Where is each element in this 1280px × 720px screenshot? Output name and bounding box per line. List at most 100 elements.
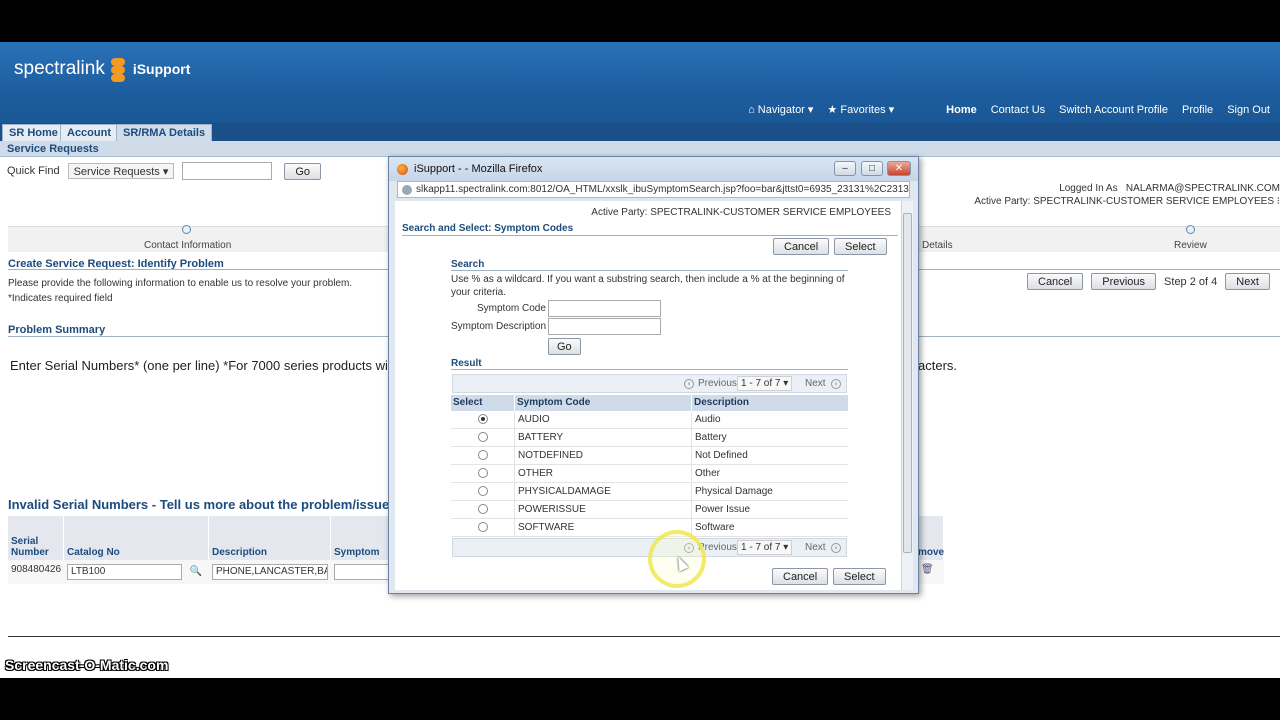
next-link-top[interactable]: Next — [805, 378, 826, 389]
next-button[interactable]: Next — [1225, 273, 1270, 290]
logged-in-label: Logged In As — [1059, 183, 1118, 194]
favorites-label: Favorites — [840, 104, 886, 116]
table-row[interactable]: BATTERY Battery — [451, 429, 848, 447]
search-hint: Use % as a wildcard. If you want a subst… — [451, 274, 845, 298]
popup-url-bar[interactable]: slkapp11.spectralink.com:8012/OA_HTML/xx… — [397, 181, 910, 198]
spectralink-logo[interactable]: spectralink iSupport — [14, 56, 190, 82]
tab-sr-home[interactable]: SR Home — [2, 124, 65, 141]
column-header-description: Description — [209, 516, 331, 560]
quick-find-label: Quick Find — [7, 165, 60, 177]
range-select-bottom[interactable]: 1 - 7 of 7 ▾ — [737, 540, 793, 555]
serial-number-cell: 908480426 — [8, 560, 64, 584]
select-radio[interactable] — [478, 504, 488, 514]
serial-instructions-left: Enter Serial Numbers* (one per line) *Fo… — [10, 358, 388, 373]
minimize-icon[interactable]: – — [834, 161, 856, 176]
symptom-code: OTHER — [518, 468, 553, 479]
table-row[interactable]: POWERISSUE Power Issue — [451, 501, 848, 519]
scrollbar-thumb[interactable] — [903, 213, 912, 553]
invalid-serials-heading: Invalid Serial Numbers - Tell us more ab… — [8, 497, 390, 512]
step-details-label: Details — [922, 240, 953, 251]
previous-button[interactable]: Previous — [1091, 273, 1157, 290]
browser-page: spectralink iSupport ⌂ Navigator ▾ ★ Fav… — [0, 42, 1280, 678]
step-dot-contact — [182, 225, 191, 234]
select-radio[interactable] — [478, 432, 488, 442]
popup-cancel-button-top[interactable]: Cancel — [773, 238, 830, 255]
table-row[interactable]: SOFTWARE Software — [451, 519, 848, 537]
sign-out-link[interactable]: Sign Out — [1227, 104, 1270, 116]
search-icon[interactable]: 🔍 — [190, 566, 202, 577]
remove-cell: 🗑 — [918, 560, 944, 584]
symptom-search-popup: iSupport - - Mozilla Firefox – □ ✕ slkap… — [388, 156, 919, 594]
tab-account[interactable]: Account — [60, 124, 118, 141]
column-header-remove: move — [918, 516, 944, 560]
symptom-code: NOTDEFINED — [518, 450, 583, 461]
active-party: Active Party: SPECTRALINK-CUSTOMER SERVI… — [974, 196, 1275, 207]
select-radio[interactable] — [478, 486, 488, 496]
tab-sr-rma-details[interactable]: SR/RMA Details — [116, 124, 213, 141]
close-icon[interactable]: ✕ — [887, 161, 911, 176]
quick-find: Quick Find Service Requests ▾ Go — [7, 162, 322, 180]
wizard-buttons: Cancel Previous Step 2 of 4 Next — [1027, 273, 1270, 290]
maximize-icon[interactable]: □ — [861, 161, 883, 176]
symptom-code-input[interactable] — [548, 300, 661, 317]
catalog-input[interactable]: LTB100 — [67, 564, 182, 580]
step-dot-review — [1186, 225, 1195, 234]
select-radio[interactable] — [478, 414, 488, 424]
search-heading: Search — [451, 259, 485, 270]
switch-account-profile-link[interactable]: Switch Account Profile — [1059, 104, 1168, 116]
quick-find-input[interactable] — [182, 162, 273, 180]
previous-link-top[interactable]: Previous — [698, 378, 737, 389]
next-arrow-icon[interactable]: › — [831, 543, 841, 553]
popup-content: Active Party: SPECTRALINK-CUSTOMER SERVI… — [395, 201, 905, 590]
problem-summary-heading: Problem Summary — [8, 324, 106, 336]
popup-select-button-bottom[interactable]: Select — [833, 568, 886, 585]
popup-select-button-top[interactable]: Select — [834, 238, 887, 255]
cell-divider — [514, 501, 515, 519]
symptom-description-input[interactable] — [548, 318, 661, 335]
cell-divider — [514, 483, 515, 501]
cell-divider — [514, 447, 515, 465]
quick-find-select[interactable]: Service Requests ▾ — [67, 163, 175, 179]
home-link[interactable]: Home — [946, 104, 977, 116]
popup-titlebar[interactable]: iSupport - - Mozilla Firefox – □ ✕ — [389, 157, 918, 181]
table-row[interactable]: PHYSICALDAMAGE Physical Damage — [451, 483, 848, 501]
description-input[interactable]: PHONE,LANCASTER,BAS — [212, 564, 328, 580]
symptom-code: AUDIO — [518, 414, 550, 425]
table-row[interactable]: OTHER Other — [451, 465, 848, 483]
popup-heading: Search and Select: Symptom Codes — [402, 223, 574, 234]
quick-find-go-button[interactable]: Go — [284, 162, 322, 180]
popup-cancel-button-bottom[interactable]: Cancel — [772, 568, 829, 585]
select-radio[interactable] — [478, 522, 488, 532]
next-arrow-icon[interactable]: › — [831, 379, 841, 389]
cell-divider — [514, 429, 515, 447]
spectralink-mark-icon — [109, 56, 127, 82]
symptom-code-label: Symptom Code — [477, 303, 546, 314]
step-review-label: Review — [1174, 240, 1207, 251]
popup-url: slkapp11.spectralink.com:8012/OA_HTML/xx… — [416, 184, 910, 195]
symptom-input[interactable] — [334, 564, 390, 580]
range-select-top[interactable]: 1 - 7 of 7 ▾ — [737, 376, 793, 391]
favorites-menu[interactable]: ★ Favorites ▾ — [827, 103, 894, 116]
serial-instructions-right: acters. — [918, 358, 958, 373]
subtab-service-requests[interactable]: Service Requests — [0, 141, 1280, 157]
previous-arrow-icon[interactable]: ‹ — [684, 379, 694, 389]
table-row[interactable]: NOTDEFINED Not Defined — [451, 447, 848, 465]
select-radio[interactable] — [478, 468, 488, 478]
select-radio[interactable] — [478, 450, 488, 460]
trash-icon[interactable]: 🗑 — [921, 564, 934, 575]
step-indicator: Step 2 of 4 — [1164, 275, 1218, 288]
next-link-bottom[interactable]: Next — [805, 542, 826, 553]
popup-scrollbar[interactable] — [901, 201, 913, 590]
symptom-cell — [331, 560, 391, 584]
contact-us-link[interactable]: Contact Us — [991, 104, 1045, 116]
symptom-description: Not Defined — [695, 450, 748, 461]
firefox-icon — [397, 163, 408, 175]
popup-window-title: iSupport - - Mozilla Firefox — [414, 163, 543, 175]
profile-link[interactable]: Profile — [1182, 104, 1213, 116]
column-header-select: Select — [451, 395, 514, 411]
table-row[interactable]: AUDIO Audio — [451, 411, 848, 429]
cancel-button[interactable]: Cancel — [1027, 273, 1084, 290]
search-go-button[interactable]: Go — [548, 338, 581, 355]
navigator-menu[interactable]: ⌂ Navigator ▾ — [748, 103, 813, 116]
symptom-code: BATTERY — [518, 432, 564, 443]
